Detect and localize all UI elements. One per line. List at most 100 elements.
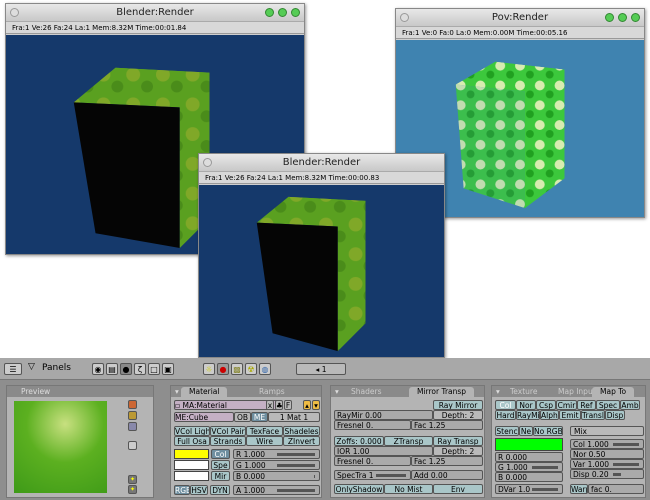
ob-link-button[interactable]: OB (234, 412, 251, 422)
strands-toggle[interactable]: Strands (210, 436, 246, 446)
maximize-icon[interactable] (278, 8, 287, 17)
col-button[interactable]: Col (211, 449, 230, 459)
mapto-toggle-amb[interactable]: Amb (620, 400, 640, 410)
spectra-slider[interactable]: SpecTra 1 (334, 470, 411, 480)
tex-b-slider[interactable]: B 0.000 (495, 472, 563, 482)
shading-icon[interactable]: ● (120, 363, 132, 375)
blend-mode-select[interactable]: Mix (570, 426, 644, 436)
mapto-toggle-alpha[interactable]: Alpha (540, 410, 559, 420)
material-icon[interactable]: ● (217, 363, 229, 375)
mapto-toggle-cmir[interactable]: Cmir (556, 400, 577, 410)
texture-icon[interactable]: ▩ (231, 363, 243, 375)
b-slider[interactable]: B 0.000 (233, 471, 320, 481)
material-name-field[interactable]: ▫ MA:Material (174, 400, 281, 410)
ray-mirror-toggle[interactable]: Ray Mirror (433, 400, 483, 410)
transp-fresnel-slider[interactable]: Fresnel 0. (334, 456, 411, 466)
alpha-slider[interactable]: A 1.000 (233, 485, 320, 495)
hsv-mode-button[interactable]: HSV (190, 485, 208, 495)
transp-fac-slider[interactable]: Fac 1.25 (411, 456, 483, 466)
disp-factor-slider[interactable]: Disp 0.20 (570, 469, 644, 479)
tex-r-slider[interactable]: R 0.000 (495, 452, 563, 462)
editing-icon[interactable]: □ (148, 363, 160, 375)
shade-icon[interactable] (291, 8, 300, 17)
shadeless-toggle[interactable]: Shadeles (283, 426, 320, 436)
close-icon[interactable] (203, 158, 212, 167)
transp-depth-field[interactable]: Depth: 2 (433, 446, 483, 456)
mapto-toggle-nor[interactable]: Nor (516, 400, 536, 410)
warp-fac-slider[interactable]: fac 0. (588, 484, 644, 494)
zoffs-field[interactable]: Zoffs: 0.000 (334, 436, 384, 446)
dyn-mode-button[interactable]: DYN (210, 485, 230, 495)
r-slider[interactable]: R 1.000 (233, 449, 320, 459)
mapto-toggle-disp[interactable]: Disp (605, 410, 625, 420)
material-index[interactable]: 1 Mat 1 (268, 412, 320, 422)
scene-icon[interactable]: ▣ (162, 363, 174, 375)
tab-shaders[interactable]: Shaders (343, 387, 389, 397)
env-toggle[interactable]: Env (433, 484, 483, 494)
delete-material-button[interactable]: x (266, 400, 274, 410)
preview-cube-icon[interactable] (128, 422, 137, 431)
title-bar[interactable]: Pov:Render (396, 9, 644, 26)
lamp-icon[interactable]: ☼ (203, 363, 215, 375)
preview-plane-icon[interactable] (128, 400, 137, 409)
frame-field[interactable]: ◂ 1 (296, 363, 346, 375)
collapse-icon[interactable]: ▽ (28, 362, 35, 372)
add-slider[interactable]: Add 0.00 (411, 470, 483, 480)
full-osa-toggle[interactable]: Full Osa (174, 436, 210, 446)
title-bar[interactable]: Blender:Render (6, 4, 304, 21)
tab-ramps[interactable]: Ramps (251, 387, 293, 397)
title-bar[interactable]: Blender:Render (199, 154, 444, 171)
mapto-toggle-csp[interactable]: Csp (536, 400, 556, 410)
vcol-light-toggle[interactable]: VCol Ligh (174, 426, 210, 436)
mir-button[interactable]: Mir (211, 471, 230, 481)
tab-texture[interactable]: Texture (502, 387, 545, 397)
preview-sphere-icon[interactable] (128, 411, 137, 420)
minimize-icon[interactable] (605, 13, 614, 22)
mapto-toggle-ref[interactable]: Ref (577, 400, 596, 410)
mapto-toggle-translu[interactable]: Translu (581, 410, 605, 420)
logic-icon[interactable]: ◉ (92, 363, 104, 375)
preview-light-icon[interactable]: ✦ (128, 475, 137, 484)
ior-slider[interactable]: IOR 1.00 (334, 446, 433, 456)
mapto-toggle-spec[interactable]: Spec (596, 400, 620, 410)
script-icon[interactable]: ▤ (106, 363, 118, 375)
maximize-icon[interactable] (618, 13, 627, 22)
wire-toggle[interactable]: Wire (246, 436, 283, 446)
onlyshadow-toggle[interactable]: OnlyShadow (334, 484, 384, 494)
me-link-button[interactable]: ME (251, 412, 268, 422)
mapto-toggle-hard[interactable]: Hard (495, 410, 516, 420)
mapto-toggle-raymi[interactable]: RayMi (516, 410, 540, 420)
mirror-fresnel-slider[interactable]: Fresnel 0. (334, 420, 411, 430)
stencil-toggle[interactable]: Stenc (495, 426, 519, 436)
copy-icon[interactable]: ▴ (303, 400, 311, 410)
mesh-name-field[interactable]: ME:Cube (174, 412, 234, 422)
paste-icon[interactable]: ▾ (312, 400, 320, 410)
mapto-toggle-emit[interactable]: Emit (559, 410, 581, 420)
tab-material[interactable]: Material (181, 387, 228, 397)
radiosity-icon[interactable]: ☢ (245, 363, 257, 375)
window-type-icon[interactable]: ☰ (4, 363, 22, 375)
spe-swatch[interactable] (174, 460, 209, 470)
nor-factor-slider[interactable]: Nor 0.50 (570, 449, 644, 459)
close-icon[interactable] (400, 13, 409, 22)
spe-button[interactable]: Spe (211, 460, 230, 470)
neg-toggle[interactable]: Ne (519, 426, 533, 436)
texface-toggle[interactable]: TexFace (246, 426, 283, 436)
minimize-icon[interactable] (265, 8, 274, 17)
ztransp-toggle[interactable]: ZTransp (384, 436, 433, 446)
shade-icon[interactable] (631, 13, 640, 22)
mapto-toggle-col[interactable]: Col (495, 400, 516, 410)
zinvert-toggle[interactable]: ZInvert (283, 436, 320, 446)
mirror-depth-field[interactable]: Depth: 2 (433, 410, 483, 420)
rgb-mode-button[interactable]: RGB (174, 485, 190, 495)
auto-name-icon[interactable]: ♣ (275, 400, 283, 410)
dvar-slider[interactable]: DVar 1.0 (495, 484, 563, 494)
vcol-paint-toggle[interactable]: VCol Pair (210, 426, 246, 436)
mirror-fac-slider[interactable]: Fac 1.25 (411, 420, 483, 430)
norgb-toggle[interactable]: No RGB (533, 426, 563, 436)
var-factor-slider[interactable]: Var 1.000 (570, 459, 644, 469)
preview-background-icon[interactable] (128, 441, 137, 450)
raymir-slider[interactable]: RayMir 0.00 (334, 410, 433, 420)
col-factor-slider[interactable]: Col 1.000 (570, 439, 644, 449)
tab-mirror-transp[interactable]: Mirror Transp (409, 387, 475, 397)
